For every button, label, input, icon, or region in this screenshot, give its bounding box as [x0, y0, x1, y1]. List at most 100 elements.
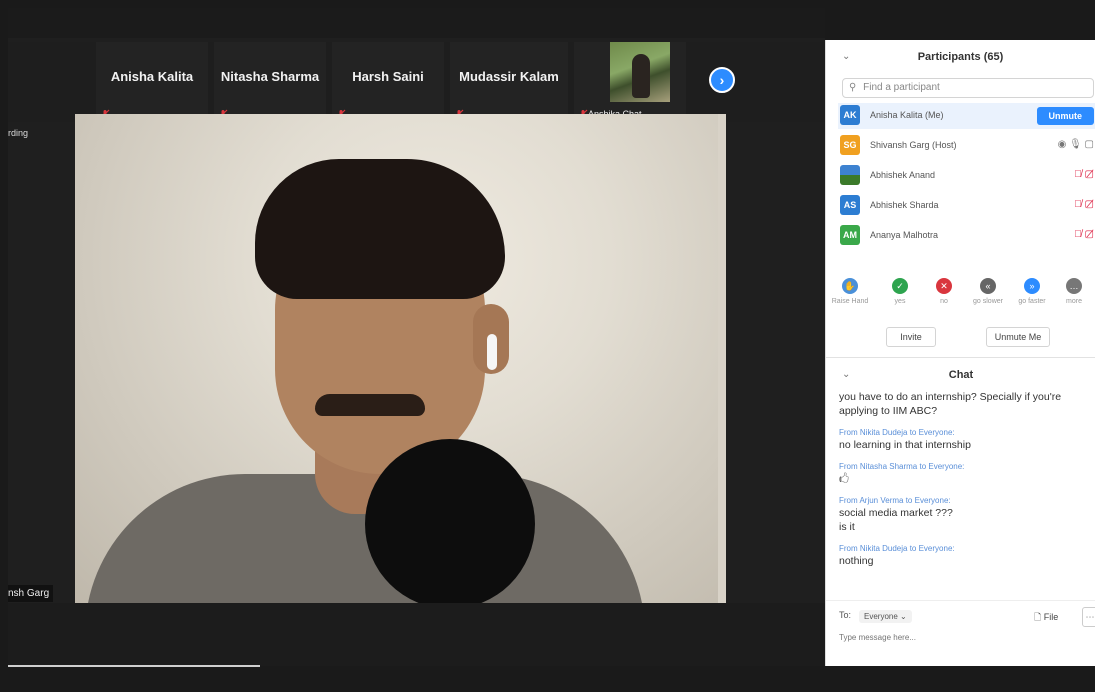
more-options-icon[interactable]: ⋯: [1082, 607, 1095, 627]
unmute-me-button[interactable]: Unmute Me: [986, 327, 1050, 347]
participant-search-placeholder: Find a participant: [863, 82, 940, 93]
avatar: SG: [840, 135, 860, 155]
active-speaker-video: [75, 114, 726, 603]
participant-photo: [610, 42, 670, 102]
participant-tile-name: Harsh Saini: [352, 69, 424, 84]
side-panel: ⌄ Participants (65) ⚲ Find a participant…: [825, 40, 1095, 666]
chevron-down-icon: ⌄: [900, 612, 907, 621]
recipient-name: Everyone: [914, 496, 949, 505]
rewind-icon: «: [980, 278, 996, 294]
gallery-strip: Anisha Kalita Nitasha Sharma Harsh Saini…: [8, 42, 825, 122]
muted-status-icons: 🎙̸ ▢̸: [1074, 169, 1094, 180]
no-button[interactable]: ✕ no: [922, 278, 966, 305]
go-faster-button[interactable]: » go faster: [1010, 278, 1054, 305]
sender-name[interactable]: Nikita Dudeja: [860, 428, 908, 437]
participant-tile[interactable]: Anisha Kalita: [96, 42, 208, 122]
participant-row[interactable]: AS Abhishek Sharda 🎙̸ ▢̸: [838, 193, 1095, 219]
active-speaker-name: nsh Garg: [8, 585, 54, 602]
fast-forward-icon: »: [1024, 278, 1040, 294]
participant-row[interactable]: SG Shivansh Garg (Host) ◉ 🎙 ▢: [838, 133, 1095, 159]
chat-footer-divider: [826, 600, 1095, 601]
chat-message-text: no learning in that internship: [839, 439, 971, 451]
reaction-label: go slower: [973, 298, 1003, 305]
reaction-label: no: [940, 298, 948, 305]
video-person-mustache: [315, 394, 425, 416]
avatar: AS: [840, 195, 860, 215]
chat-message: From Nikita Dudeja to Everyone: no learn…: [839, 427, 1089, 452]
search-icon: ⚲: [849, 82, 857, 93]
recording-label: rding: [8, 128, 29, 138]
reaction-label: more: [1066, 298, 1082, 305]
reaction-label: yes: [894, 298, 906, 305]
recipient-name: Everyone: [928, 462, 963, 471]
go-slower-button[interactable]: « go slower: [966, 278, 1010, 305]
participant-tile-name: Anisha Kalita: [110, 69, 194, 84]
file-button[interactable]: 🗋 File: [1034, 610, 1058, 626]
participant-search-input[interactable]: ⚲ Find a participant: [842, 78, 1094, 98]
participant-row[interactable]: Abhishek Anand 🎙̸ ▢̸: [838, 163, 1095, 189]
chat-message-sender: From Nikita Dudeja to Everyone:: [839, 544, 955, 553]
chat-message: you have to do an internship? Specially …: [839, 390, 1089, 418]
avatar: [840, 165, 860, 185]
chat-message-sender: From Nikita Dudeja to Everyone:: [839, 428, 955, 437]
participant-tile[interactable]: Mudassir Kalam: [450, 42, 568, 122]
video-person-earbud: [487, 334, 497, 370]
participant-name: Abhishek Anand: [870, 170, 936, 180]
avatar: AK: [840, 105, 860, 125]
video-microphone: [365, 439, 535, 603]
file-button-label: File: [1043, 612, 1059, 622]
chat-message-text: 🖒: [839, 473, 850, 485]
chat-recipient-row: To: Everyone ⌄ 🗋 File ⋯: [839, 607, 1095, 628]
raise-hand-icon: ✋: [842, 278, 858, 294]
video-door-edge: [718, 114, 726, 603]
sender-name[interactable]: Arjun Verma: [859, 496, 903, 505]
meeting-window: Anisha Kalita Nitasha Sharma Harsh Saini…: [8, 8, 825, 667]
participant-row[interactable]: AK Anisha Kalita (Me) Unmute: [838, 103, 1095, 129]
participant-tile[interactable]: Harsh Saini: [332, 42, 444, 122]
chat-message-text: nothing: [839, 555, 874, 567]
chat-header: ⌄ Chat: [826, 358, 1095, 386]
participant-name: Abhishek Sharda: [870, 200, 939, 210]
muted-status-icons: 🎙̸ ▢̸: [1074, 229, 1094, 240]
check-icon: ✓: [892, 278, 908, 294]
chat-message-sender: From Nitasha Sharma to Everyone:: [839, 462, 965, 471]
nonverbal-feedback-bar: ✋ Raise Hand ✓ yes ✕ no « go slower » go…: [826, 278, 1095, 318]
chat-message-input[interactable]: [839, 633, 1079, 642]
avatar: AM: [840, 225, 860, 245]
host-status-icons: ◉ 🎙 ▢: [1057, 139, 1094, 150]
participant-name: Ananya Malhotra: [870, 230, 939, 240]
participant-photo-person: [632, 54, 650, 98]
reaction-label: go faster: [1018, 298, 1046, 305]
video-person-hair: [255, 159, 505, 299]
next-page-arrow-icon[interactable]: ›: [709, 67, 735, 93]
chat-messages: you have to do an internship? Specially …: [839, 390, 1089, 577]
muted-status-icons: 🎙̸ ▢̸: [1074, 199, 1094, 210]
cross-icon: ✕: [936, 278, 952, 294]
chat-message: From Nikita Dudeja to Everyone: nothing: [839, 543, 1089, 568]
chat-message: From Nitasha Sharma to Everyone: 🖒: [839, 461, 1089, 486]
participants-header: ⌄ Participants (65): [826, 40, 1095, 76]
recipient-select-value: Everyone: [864, 612, 898, 621]
invite-button[interactable]: Invite: [886, 327, 936, 347]
participant-tile[interactable]: Nitasha Sharma: [214, 42, 326, 122]
participant-row[interactable]: AM Ananya Malhotra 🎙̸ ▢̸: [838, 223, 1095, 249]
more-dots-icon: …: [1066, 278, 1082, 294]
participant-tile-name: Nitasha Sharma: [220, 69, 320, 84]
sender-name[interactable]: Nikita Dudeja: [860, 544, 908, 553]
recipient-select[interactable]: Everyone ⌄: [859, 610, 912, 623]
recipient-name: Everyone: [918, 428, 953, 437]
sender-name[interactable]: Nitasha Sharma: [860, 462, 917, 471]
more-button[interactable]: … more: [1052, 278, 1095, 305]
raise-hand-button[interactable]: ✋ Raise Hand: [828, 278, 872, 305]
unmute-button[interactable]: Unmute: [1036, 107, 1094, 125]
top-bar: [8, 8, 825, 38]
chat-message-sender: From Arjun Verma to Everyone:: [839, 496, 951, 505]
participant-tile-name: Mudassir Kalam: [459, 69, 559, 84]
participant-tile[interactable]: Anshika Chat...: [574, 42, 686, 122]
file-icon: 🗋: [1034, 612, 1042, 622]
to-label: To:: [839, 610, 852, 620]
chat-message-text: social media market ???: [839, 507, 953, 519]
bottom-bar: [8, 603, 825, 666]
chat-title: Chat: [948, 369, 974, 381]
yes-button[interactable]: ✓ yes: [878, 278, 922, 305]
